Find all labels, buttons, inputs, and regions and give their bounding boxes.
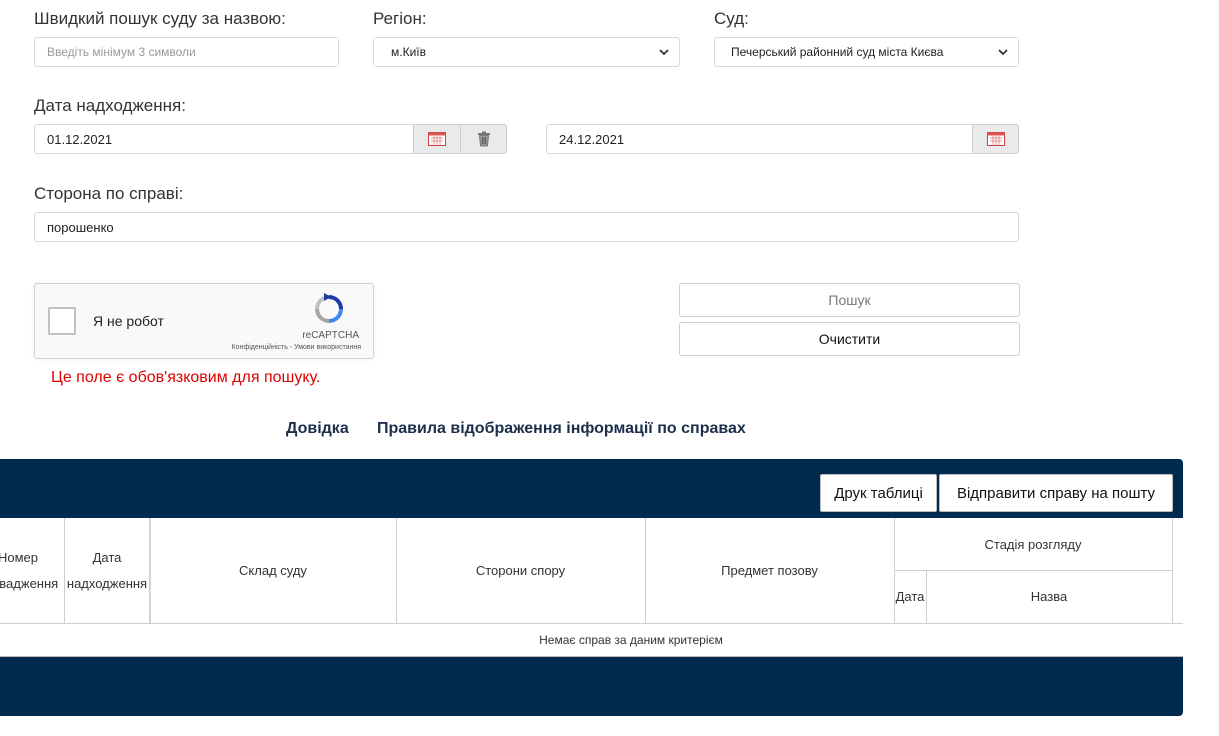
chevron-down-icon	[659, 49, 669, 56]
region-select[interactable]: м.Київ	[373, 37, 680, 67]
calendar-icon	[428, 132, 446, 146]
header-stage-date: Дата	[895, 589, 925, 604]
date-from-value: 01.12.2021	[47, 131, 113, 147]
help-link[interactable]: Довідка	[286, 420, 349, 438]
date-to-calendar-button[interactable]	[972, 124, 1019, 154]
calendar-icon	[986, 132, 1005, 146]
region-label: Регіон:	[373, 9, 427, 28]
recaptcha-brand: reCAPTCHA	[302, 330, 359, 341]
recaptcha-checkbox[interactable]	[48, 307, 76, 335]
search-button[interactable]: Пошук	[679, 283, 1020, 317]
party-input[interactable]: порошенко	[34, 212, 1019, 242]
header-court-composition: Склад суду	[239, 563, 307, 578]
court-select[interactable]: Печерський районний суд міста Києва	[714, 37, 1019, 67]
empty-results-message: Немає справ за даним критерієм	[539, 632, 723, 647]
chevron-down-icon	[998, 49, 1008, 56]
date-to-input[interactable]: 24.12.2021	[546, 124, 974, 154]
recaptcha-links[interactable]: Конфіденційність - Умови використання	[232, 344, 361, 351]
header-stage-name: Назва	[1030, 589, 1068, 604]
recaptcha-widget: Я не робот reCAPTCHA Конфіденційність - …	[34, 283, 374, 359]
court-search-input[interactable]: Введіть мінімум 3 символи	[34, 37, 339, 67]
recaptcha-logo-icon	[315, 293, 343, 323]
trash-icon	[477, 131, 490, 147]
court-label: Суд:	[714, 9, 749, 28]
captcha-error-message: Це поле є обов'язковим для пошуку.	[51, 369, 321, 386]
send-case-email-button[interactable]: Відправити справу на пошту	[939, 474, 1173, 512]
header-claim-subject: Предмет позову	[721, 563, 818, 578]
clear-button[interactable]: Очистити	[679, 322, 1020, 356]
header-review-stage: Стадія розгляду	[984, 536, 1082, 552]
court-search-placeholder: Введіть мінімум 3 символи	[47, 45, 196, 59]
court-search-label: Швидкий пошук суду за назвою:	[34, 9, 286, 28]
date-to-value: 24.12.2021	[559, 131, 625, 147]
region-value: м.Київ	[391, 45, 426, 59]
court-value: Печерський районний суд міста Києва	[731, 45, 944, 59]
header-receipt-date: Дата надходження	[66, 549, 148, 591]
date-clear-button[interactable]	[460, 124, 507, 154]
party-label: Сторона по справі:	[34, 184, 184, 203]
recaptcha-label: Я не робот	[93, 313, 164, 329]
header-parties: Сторони спору	[475, 563, 566, 578]
results-table: Номер провадження Дата надходження Склад…	[0, 518, 1183, 657]
print-table-button[interactable]: Друк таблиці	[820, 474, 937, 512]
rules-link[interactable]: Правила відображення інформації по справ…	[377, 420, 746, 438]
party-value: порошенко	[47, 219, 114, 235]
date-label: Дата надходження:	[34, 96, 186, 115]
header-case-number: Номер провадження	[0, 549, 59, 591]
date-from-input[interactable]: 01.12.2021	[34, 124, 414, 154]
date-from-calendar-button[interactable]	[413, 124, 461, 154]
